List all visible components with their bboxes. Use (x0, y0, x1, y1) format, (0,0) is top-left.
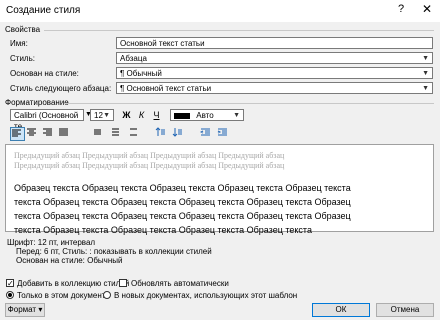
only-this-document-label: Только в этом документе (17, 291, 110, 300)
underline-button[interactable]: Ч (150, 109, 163, 121)
line-spacing-down-icon (172, 128, 182, 137)
style-description-line: Основан на стиле: Обычный (16, 256, 123, 265)
font-color-select[interactable]: Авто ▼ (170, 109, 244, 121)
chevron-down-icon: ▼ (233, 112, 240, 119)
double-spacing-button[interactable] (128, 127, 141, 139)
chevron-down-icon: ▼ (422, 55, 429, 62)
help-button[interactable]: ? (398, 3, 404, 15)
single-spacing-button[interactable] (92, 127, 105, 139)
align-left-button[interactable] (10, 127, 25, 141)
onehalf-spacing-button[interactable] (110, 127, 123, 139)
style-preview: Предыдущий абзац Предыдущий абзац Предыд… (5, 144, 434, 235)
cancel-button[interactable]: Отмена (376, 303, 434, 317)
based-on-label: Основан на стиле: (10, 69, 79, 78)
based-on-select[interactable]: ¶ Обычный ▼ (116, 67, 433, 79)
line-spacing-up-icon (155, 127, 165, 136)
name-field[interactable]: Основной текст статьи (116, 37, 433, 49)
new-documents-label: В новых документах, использующих этот ша… (114, 291, 298, 300)
based-on-value: Обычный (126, 69, 162, 78)
space-before-decrease-button[interactable] (172, 127, 185, 139)
auto-update-label: Обновлять автоматически (131, 279, 229, 288)
align-center-icon (27, 128, 36, 136)
style-description-line: Перед: 6 пт, Стиль: : показывать в колле… (16, 247, 212, 256)
style-type-select[interactable]: Абзаца ▼ (116, 52, 433, 64)
previous-line: Предыдущий абзац Предыдущий абзац Предыд… (14, 151, 285, 160)
onehalf-spacing-icon (112, 128, 119, 136)
double-spacing-icon (130, 128, 137, 136)
previous-line: Предыдущий абзац Предыдущий абзац Предыд… (14, 161, 285, 170)
properties-section-label: Свойства (5, 25, 41, 34)
style-description-line: Шрифт: 12 пт, интервал (7, 238, 96, 247)
decrease-indent-button[interactable] (200, 127, 213, 139)
bold-button[interactable]: Ж (120, 109, 133, 121)
align-center-button[interactable] (26, 127, 39, 139)
next-style-value: Основной текст статьи (126, 84, 212, 93)
align-right-icon (43, 128, 52, 136)
increase-indent-icon (217, 128, 227, 136)
space-before-increase-button[interactable] (155, 127, 168, 139)
justify-icon (59, 128, 68, 136)
new-documents-radio[interactable] (103, 291, 111, 299)
sample-line: текста Образец текста Образец текста Обр… (14, 225, 312, 235)
increase-indent-button[interactable] (217, 127, 230, 139)
close-button[interactable]: ✕ (422, 2, 432, 16)
style-type-label: Стиль: (10, 54, 35, 63)
ok-button[interactable]: ОК (312, 303, 370, 317)
auto-update-checkbox[interactable] (119, 279, 127, 287)
next-style-label: Стиль следующего абзаца: (10, 84, 112, 93)
add-to-gallery-label: Добавить в коллекцию стилей (17, 279, 130, 288)
font-color-value: Авто (196, 111, 214, 120)
font-select[interactable]: Calibri (Основной те (10, 109, 84, 131)
sample-text: Образец текста Образец текста Образец те… (14, 181, 351, 237)
next-style-select[interactable]: ¶ Основной текст статьи ▼ (116, 82, 433, 94)
font-size-value: 12 (94, 111, 103, 120)
align-right-button[interactable] (42, 127, 55, 139)
decrease-indent-icon (200, 128, 210, 136)
add-to-gallery-checkbox[interactable]: ✓ (6, 279, 14, 288)
sample-line: текста Образец текста Образец текста Обр… (14, 211, 351, 221)
font-size-select[interactable]: 12 ▼ (90, 109, 114, 121)
sample-line: текста Образец текста Образец текста Обр… (14, 197, 351, 207)
properties-divider (44, 30, 434, 31)
align-left-icon (12, 129, 21, 137)
sample-line: Образец текста Образец текста Образец те… (14, 183, 351, 193)
previous-paragraph-text: Предыдущий абзац Предыдущий абзац Предыд… (14, 151, 284, 171)
chevron-down-icon: ▼ (422, 85, 429, 92)
justify-button[interactable] (58, 127, 71, 139)
paragraph-mark-icon: ¶ (120, 69, 125, 78)
style-type-value: Абзаца (120, 54, 147, 63)
format-menu-button[interactable]: Формат ▾ (5, 303, 45, 317)
window-title: Создание стиля (6, 5, 81, 16)
single-spacing-icon (94, 129, 101, 135)
name-label: Имя: (10, 39, 28, 48)
chevron-down-icon: ▼ (422, 70, 429, 77)
chevron-down-icon: ▼ (103, 112, 110, 119)
formatting-section-label: Форматирование (5, 98, 69, 107)
color-swatch (174, 112, 190, 119)
formatting-divider (64, 103, 434, 104)
italic-button[interactable]: К (135, 109, 148, 121)
paragraph-mark-icon: ¶ (120, 84, 125, 93)
only-this-document-radio[interactable] (6, 291, 14, 299)
